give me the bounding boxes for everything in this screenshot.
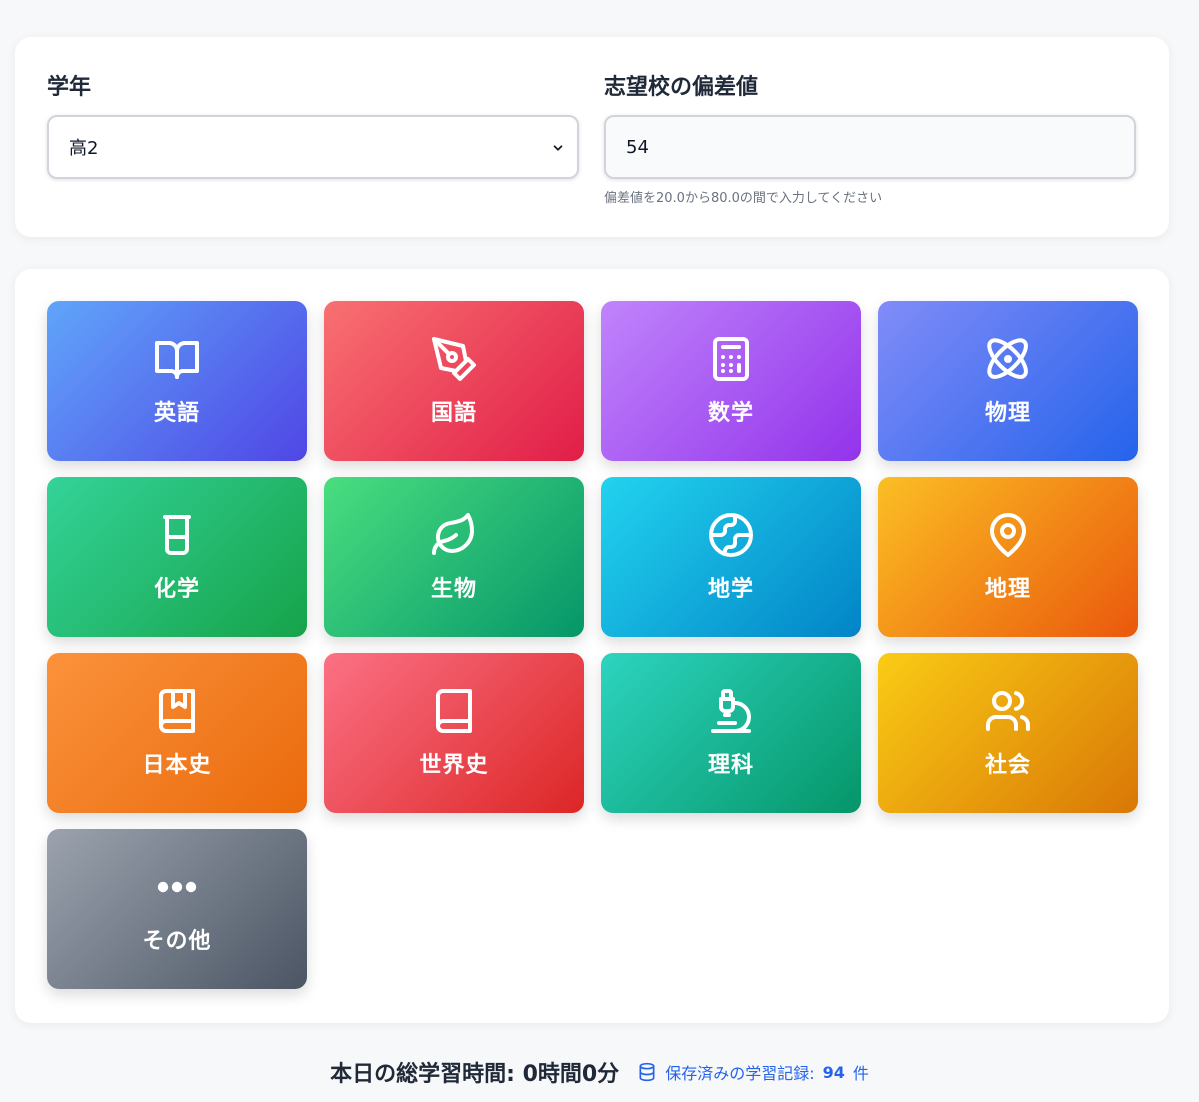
beaker-icon	[163, 515, 191, 555]
book-icon	[436, 689, 472, 733]
atom-icon	[987, 338, 1028, 379]
total-study-time: 本日の総学習時間: 0時間0分	[330, 1062, 620, 1087]
saved-records-label: 保存済みの学習記録:	[665, 1064, 815, 1083]
more-dots-icon	[157, 881, 197, 893]
pen-nib-icon	[432, 337, 476, 381]
subject-tile-label: その他	[142, 929, 212, 954]
subject-tile[interactable]: 理科	[601, 653, 861, 813]
subject-tile[interactable]: 地理	[878, 477, 1138, 637]
subject-tile[interactable]: 国語	[324, 301, 584, 461]
subject-tile[interactable]: 地学	[601, 477, 861, 637]
subject-tile[interactable]: 英語	[47, 301, 307, 461]
grade-select[interactable]: 高2	[47, 115, 579, 179]
target-deviation-field: 志望校の偏差値 54 偏差値を20.0から80.0の間で入力してください	[604, 73, 1136, 206]
microscope-icon	[711, 689, 751, 733]
subject-tile-label: 日本史	[142, 753, 212, 778]
subject-tile-label: 数学	[707, 401, 754, 426]
subject-tile-label: 物理	[984, 401, 1031, 426]
database-icon	[639, 1062, 655, 1082]
subject-tile-label: 社会	[984, 753, 1031, 778]
grade-label: 学年	[47, 75, 92, 100]
book-open-icon	[155, 341, 199, 379]
grade-select-value: 高2	[69, 138, 99, 159]
subjects-card: 英語 国語 数学 物理化学 生物 地学 地理日本史 世界史 理科 社会その他	[15, 269, 1169, 1023]
target-deviation-value: 54	[626, 136, 649, 158]
subject-tile-label: 理科	[707, 753, 754, 778]
target-deviation-label: 志望校の偏差値	[604, 75, 759, 100]
subject-tile[interactable]: 社会	[878, 653, 1138, 813]
subject-tile-label: 生物	[430, 577, 477, 602]
subject-tile-label: 世界史	[419, 753, 489, 778]
subject-grid: 英語 国語 数学 物理化学 生物 地学 地理日本史 世界史 理科 社会その他	[47, 301, 1138, 989]
subject-tile[interactable]: 化学	[47, 477, 307, 637]
subject-tile[interactable]: 日本史	[47, 653, 307, 813]
saved-records-count: 94	[822, 1062, 845, 1082]
map-pin-icon	[990, 513, 1026, 557]
calculator-icon	[713, 337, 749, 381]
grade-field: 学年 高2	[47, 73, 579, 179]
users-icon	[986, 691, 1031, 731]
leaf-icon	[432, 513, 474, 555]
subject-tile[interactable]: 物理	[878, 301, 1138, 461]
subject-tile[interactable]: 数学	[601, 301, 861, 461]
footer-summary: 本日の総学習時間: 0時間0分 保存済みの学習記録: 94 件	[0, 1054, 1199, 1090]
chevron-down-icon	[553, 145, 563, 151]
subject-tile-label: 地学	[707, 577, 754, 602]
settings-card: 学年 高2 志望校の偏差値 54 偏差値を20.0から80.0の間で入力してくだ…	[15, 37, 1169, 237]
target-deviation-input[interactable]: 54	[604, 115, 1136, 179]
subject-tile-label: 英語	[153, 401, 200, 426]
saved-records-unit: 件	[852, 1064, 869, 1083]
subject-tile[interactable]: その他	[47, 829, 307, 989]
subject-tile[interactable]: 世界史	[324, 653, 584, 813]
globe-icon	[709, 513, 753, 557]
subject-tile[interactable]: 生物	[324, 477, 584, 637]
subject-tile-label: 化学	[153, 577, 200, 602]
target-deviation-hint: 偏差値を20.0から80.0の間で入力してください	[604, 191, 883, 206]
subject-tile-label: 国語	[430, 401, 477, 426]
subject-tile-label: 地理	[984, 577, 1031, 602]
bookmark-book-icon	[159, 689, 195, 733]
saved-records: 保存済みの学習記録: 94 件	[637, 1060, 869, 1084]
